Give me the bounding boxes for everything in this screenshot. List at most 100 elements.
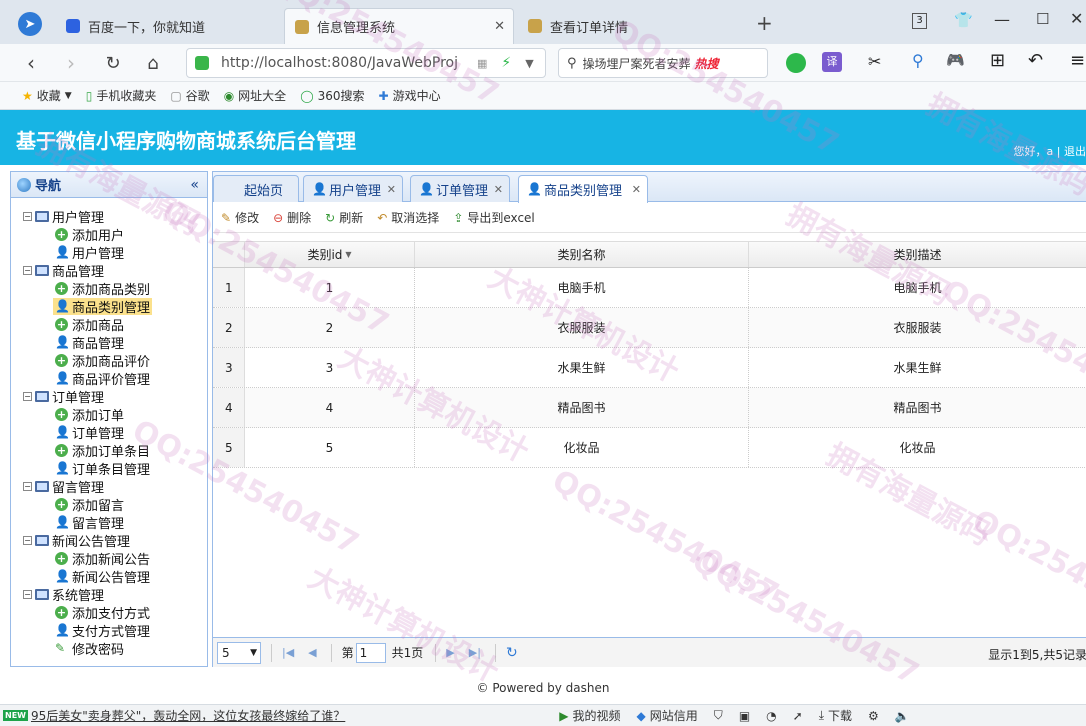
lightning-icon[interactable]: ⚡ — [501, 55, 511, 71]
tab-start-page[interactable]: 起始页 — [213, 175, 299, 202]
table-row[interactable]: 2 2 衣服服装 衣服服装 — [213, 308, 1086, 348]
search-box[interactable]: ⚲ 操场埋尸案死者安葬 热搜 — [558, 48, 768, 78]
tree-item[interactable]: 👤 支付方式管理 — [11, 621, 207, 640]
back-icon[interactable]: ‹ — [18, 50, 44, 76]
tree-item[interactable]: 👤 商品类别管理 — [11, 297, 207, 316]
collapse-toggle-icon[interactable]: − — [23, 265, 32, 275]
close-icon[interactable]: ✕ — [387, 183, 396, 196]
address-bar[interactable]: http://localhost:8080/JavaWebProj ▦ ⚡ ▼ — [186, 48, 546, 78]
bookmark-favorites[interactable]: ★ 收藏 ▼ — [22, 87, 72, 104]
tree-item[interactable]: 👤 订单管理 — [11, 423, 207, 442]
bookmark-google[interactable]: ▢ 谷歌 — [170, 87, 209, 104]
download-button[interactable]: ⤓ 下载 — [819, 707, 852, 724]
prev-page-icon[interactable]: ◀ — [308, 646, 316, 659]
image-status[interactable]: ▣ — [739, 709, 750, 723]
export-excel-button[interactable]: ⇪ 导出到excel — [453, 209, 534, 226]
tools-status[interactable]: ⚙ — [868, 709, 879, 723]
tree-item[interactable]: + 添加用户 — [11, 225, 207, 244]
menu-icon[interactable]: ≡ — [1070, 50, 1085, 71]
magnifier-icon[interactable]: ⚲ — [912, 51, 924, 70]
tree-group[interactable]: − 商品管理 — [11, 261, 207, 280]
table-row[interactable]: 5 5 化妆品 化妆品 — [213, 428, 1086, 468]
column-header-name[interactable]: 类别名称 — [415, 242, 749, 267]
minimize-icon[interactable]: — — [994, 10, 1010, 29]
tree-item[interactable]: 👤 订单条目管理 — [11, 459, 207, 478]
tree-item[interactable]: 👤 留言管理 — [11, 513, 207, 532]
my-video-button[interactable]: ▶ 我的视频 — [559, 707, 620, 724]
browser-tab-info-system[interactable]: 信息管理系统 ✕ — [284, 8, 514, 44]
maximize-icon[interactable]: ☐ — [1036, 10, 1049, 28]
close-window-icon[interactable]: ✕ — [1070, 9, 1083, 28]
tab-count-badge[interactable]: 3 — [912, 13, 927, 29]
tree-item[interactable]: + 添加新闻公告 — [11, 549, 207, 568]
grid-menu-icon[interactable]: ⊞ — [990, 50, 1005, 71]
browser-logo-icon[interactable]: ➤ — [18, 12, 42, 36]
edit-button[interactable]: ✎ 修改 — [221, 209, 259, 226]
collapse-toggle-icon[interactable]: − — [23, 535, 32, 545]
close-icon[interactable]: ✕ — [632, 183, 641, 196]
extension-green-icon[interactable] — [786, 53, 806, 73]
undo-icon[interactable]: ↶ — [1028, 50, 1043, 71]
tree-item[interactable]: + 添加留言 — [11, 495, 207, 514]
tree-item[interactable]: + 添加订单条目 — [11, 441, 207, 460]
shield-status[interactable]: ⛉ — [714, 708, 723, 723]
site-credit-button[interactable]: ◆ 网站信用 — [637, 707, 698, 724]
tree-group[interactable]: − 订单管理 — [11, 387, 207, 406]
collapse-icon[interactable]: « — [190, 177, 199, 193]
bookmark-games[interactable]: ✚ 游戏中心 — [379, 87, 441, 104]
reload-icon[interactable]: ↻ — [100, 50, 126, 76]
page-size-select[interactable]: 5 ▼ — [217, 641, 261, 664]
chevron-down-icon[interactable]: ▼ — [525, 57, 533, 70]
tree-item[interactable]: 👤 商品评价管理 — [11, 369, 207, 388]
tree-group[interactable]: − 用户管理 — [11, 207, 207, 226]
browser-tab-order-detail[interactable]: 查看订单详情 — [518, 8, 742, 44]
forward-icon[interactable]: › — [58, 50, 84, 76]
collapse-toggle-icon[interactable]: − — [23, 391, 32, 401]
page-number-input[interactable]: 1 — [355, 642, 386, 663]
tab-user-management[interactable]: 👤 用户管理 ✕ — [303, 175, 403, 202]
table-row[interactable]: 1 1 电脑手机 电脑手机 — [213, 268, 1086, 308]
rocket-status[interactable]: ➚ — [793, 709, 803, 723]
tree-group[interactable]: − 留言管理 — [11, 477, 207, 496]
game-icon[interactable]: 🎮 — [946, 51, 965, 69]
close-tab-icon[interactable]: ✕ — [494, 19, 505, 34]
tree-item[interactable]: 👤 新闻公告管理 — [11, 567, 207, 586]
news-link[interactable]: 95后美女"卖身葬父"，轰动全网，这位女孩最终嫁给了谁？ — [31, 707, 345, 724]
column-header-id[interactable]: 类别id ▼ — [245, 242, 415, 267]
user-logout-links[interactable]: 您好，a | 退出 — [1014, 143, 1086, 159]
delete-button[interactable]: ⊖ 删除 — [273, 209, 311, 226]
last-page-icon[interactable]: ▶| — [469, 646, 481, 659]
tab-order-management[interactable]: 👤 订单管理 ✕ — [410, 175, 510, 202]
first-page-icon[interactable]: |◀ — [282, 646, 294, 659]
reload-icon[interactable]: ↻ — [506, 645, 518, 661]
sound-status[interactable]: 🔈 — [895, 709, 910, 723]
shirt-icon[interactable]: 👕 — [954, 11, 973, 29]
tree-group[interactable]: − 新闻公告管理 — [11, 531, 207, 550]
translate-icon[interactable]: 译 — [822, 52, 842, 72]
next-page-icon[interactable]: ▶ — [446, 646, 454, 659]
collapse-toggle-icon[interactable]: − — [23, 589, 32, 599]
tab-category-management[interactable]: 👤 商品类别管理 ✕ — [518, 175, 648, 203]
browser-tab-baidu[interactable]: 百度一下，你就知道 — [56, 8, 280, 44]
new-tab-icon[interactable]: + — [756, 11, 773, 35]
home-icon[interactable]: ⌂ — [140, 50, 166, 76]
tree-item[interactable]: ✎ 修改密码 — [11, 639, 207, 658]
tree-item[interactable]: + 添加商品 — [11, 315, 207, 334]
bookmark-site-nav[interactable]: ◉ 网址大全 — [224, 87, 287, 104]
refresh-button[interactable]: ↻ 刷新 — [325, 209, 363, 226]
scissors-icon[interactable]: ✂ — [868, 52, 881, 71]
tree-group[interactable]: − 系统管理 — [11, 585, 207, 604]
tree-item[interactable]: + 添加商品评价 — [11, 351, 207, 370]
close-icon[interactable]: ✕ — [494, 183, 503, 196]
tree-item[interactable]: + 添加订单 — [11, 405, 207, 424]
collapse-toggle-icon[interactable]: − — [23, 211, 32, 221]
table-row[interactable]: 3 3 水果生鲜 水果生鲜 — [213, 348, 1086, 388]
column-header-desc[interactable]: 类别描述 — [749, 242, 1086, 267]
tree-item[interactable]: 👤 商品管理 — [11, 333, 207, 352]
bookmark-360[interactable]: ◯ 360搜索 — [300, 87, 364, 104]
tree-item[interactable]: 👤 用户管理 — [11, 243, 207, 262]
qr-icon[interactable]: ▦ — [477, 57, 487, 70]
collapse-toggle-icon[interactable]: − — [23, 481, 32, 491]
speed-status[interactable]: ◔ — [766, 709, 776, 723]
clear-selection-button[interactable]: ↶ 取消选择 — [377, 209, 439, 226]
